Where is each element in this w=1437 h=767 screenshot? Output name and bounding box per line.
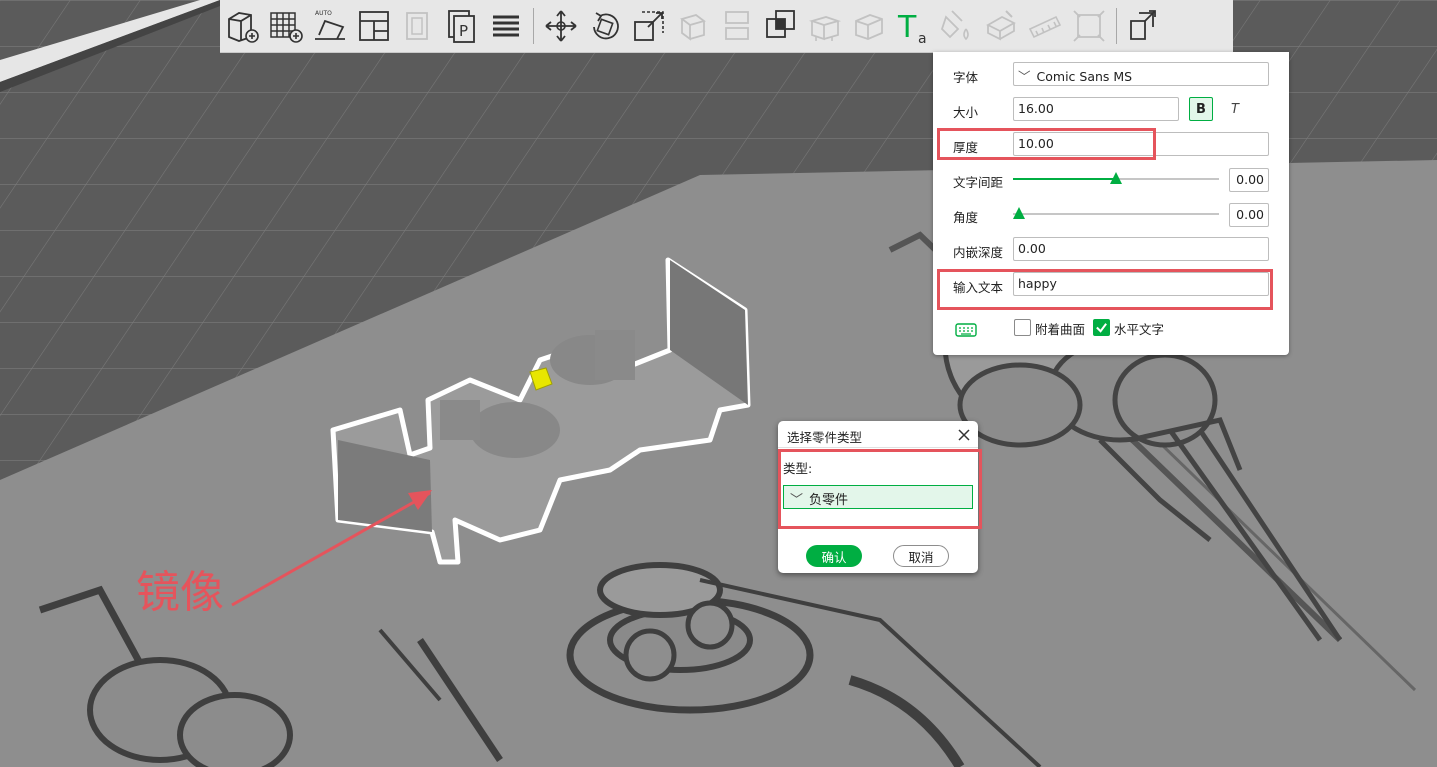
move-icon: [545, 10, 577, 42]
measure-button[interactable]: [1023, 4, 1067, 48]
svg-text:AUTO: AUTO: [315, 10, 332, 17]
explode-icon: [1130, 10, 1156, 40]
orient-button[interactable]: [396, 4, 440, 48]
layers-button[interactable]: [484, 4, 528, 48]
dialog-divider: [778, 447, 978, 448]
boolean-icon: [766, 10, 795, 38]
keyboard-button[interactable]: [955, 322, 977, 338]
split-icon: [725, 11, 749, 40]
svg-text:P: P: [459, 22, 468, 40]
paint-icon: [940, 10, 969, 41]
italic-label: T: [1231, 101, 1239, 117]
cut-icon: [680, 14, 706, 41]
rotate-icon: [593, 12, 619, 40]
dialog-title: 选择零件类型: [787, 430, 863, 445]
spacing-slider-thumb[interactable]: [1110, 172, 1122, 184]
surface-label: 附着曲面: [1035, 322, 1086, 337]
spacing-label: 文字间距: [953, 175, 1004, 190]
font-label: 字体: [953, 70, 979, 85]
part-type-value: 负零件: [809, 493, 849, 508]
cube-outline-button[interactable]: [847, 4, 891, 48]
scale-icon: [634, 11, 664, 41]
spacing-slider[interactable]: [1013, 172, 1219, 184]
assembly-button[interactable]: [1067, 4, 1111, 48]
thickness-input[interactable]: 10.00: [1013, 132, 1269, 156]
move-button[interactable]: [539, 4, 583, 48]
part-type-dialog: 选择零件类型 类型: ﹀ 负零件 确认 取消: [778, 421, 982, 573]
checkmark-icon: [1096, 323, 1107, 333]
keyboard-icon: [955, 323, 977, 337]
angle-slider[interactable]: [1013, 207, 1219, 219]
seam-button[interactable]: [979, 4, 1023, 48]
bold-toggle[interactable]: B: [1189, 97, 1213, 121]
embed-depth-label: 内嵌深度: [953, 245, 1004, 260]
bold-label: B: [1196, 101, 1206, 117]
split-button[interactable]: [715, 4, 759, 48]
size-input[interactable]: 16.00: [1013, 97, 1179, 121]
angle-label: 角度: [953, 210, 979, 225]
assembly-icon: [1073, 10, 1105, 42]
support-button[interactable]: [803, 4, 847, 48]
horizontal-label: 水平文字: [1114, 322, 1165, 337]
paint-button[interactable]: [935, 4, 979, 48]
scale-button[interactable]: [627, 4, 671, 48]
rotate-button[interactable]: [583, 4, 627, 48]
type-label: 类型:: [783, 461, 813, 476]
plate-p-button[interactable]: P: [440, 4, 484, 48]
toolbar-separator: [533, 8, 534, 44]
text-properties-panel: 字体 ﹀ Comic Sans MS 大小 16.00 B T 厚度 10.00 …: [933, 52, 1289, 355]
measure-icon: [1028, 15, 1062, 39]
text-tool-button[interactable]: Ta: [891, 4, 935, 48]
angle-slider-thumb[interactable]: [1013, 207, 1025, 219]
font-select-value: Comic Sans MS: [1036, 69, 1133, 84]
orient-icon: [406, 12, 428, 40]
svg-text:a: a: [918, 31, 927, 45]
toolbar-separator: [1116, 8, 1117, 44]
add-cube-icon: [228, 12, 259, 43]
thickness-label: 厚度: [953, 140, 979, 155]
chevron-down-icon: ﹀: [1018, 69, 1031, 84]
embed-depth-input[interactable]: 0.00: [1013, 237, 1269, 261]
part-type-select[interactable]: ﹀ 负零件: [783, 485, 973, 509]
close-button[interactable]: [956, 427, 972, 443]
size-label: 大小: [953, 105, 979, 120]
horizontal-checkbox[interactable]: [1093, 319, 1110, 336]
confirm-button[interactable]: 确认: [806, 545, 862, 567]
auto-arrange-icon: AUTO: [315, 10, 345, 40]
layers-icon: [493, 15, 519, 37]
annotation-mirror-label: 镜像: [136, 567, 224, 618]
add-cube-button[interactable]: [220, 4, 264, 48]
arrange-layout-button[interactable]: [352, 4, 396, 48]
cut-button[interactable]: [671, 4, 715, 48]
svg-text:T: T: [897, 10, 917, 45]
add-plate-icon: [270, 12, 303, 43]
chevron-down-icon: ﹀: [790, 493, 804, 508]
surface-checkbox[interactable]: [1014, 319, 1031, 336]
plate-p-icon: P: [448, 10, 475, 43]
cancel-button[interactable]: 取消: [893, 545, 949, 567]
spacing-slider-fill: [1013, 178, 1116, 180]
italic-toggle[interactable]: T: [1223, 97, 1247, 121]
seam-icon: [986, 10, 1016, 41]
boolean-button[interactable]: [759, 4, 803, 48]
top-toolbar: AUTO P Ta: [220, 0, 1233, 53]
input-text-label: 输入文本: [953, 280, 1004, 295]
cube-outline-icon: [855, 14, 883, 40]
text-icon: Ta: [897, 10, 927, 45]
arrange-layout-icon: [359, 11, 389, 41]
spacing-value-input[interactable]: 0.00: [1229, 168, 1269, 192]
angle-value-input[interactable]: 0.00: [1229, 203, 1269, 227]
auto-arrange-button[interactable]: AUTO: [308, 4, 352, 48]
close-icon: [958, 429, 970, 441]
add-plate-button[interactable]: [264, 4, 308, 48]
explode-button[interactable]: [1122, 4, 1166, 48]
input-text-field[interactable]: happy: [1013, 272, 1269, 296]
font-select[interactable]: ﹀ Comic Sans MS: [1013, 62, 1269, 86]
support-icon: [808, 16, 842, 41]
